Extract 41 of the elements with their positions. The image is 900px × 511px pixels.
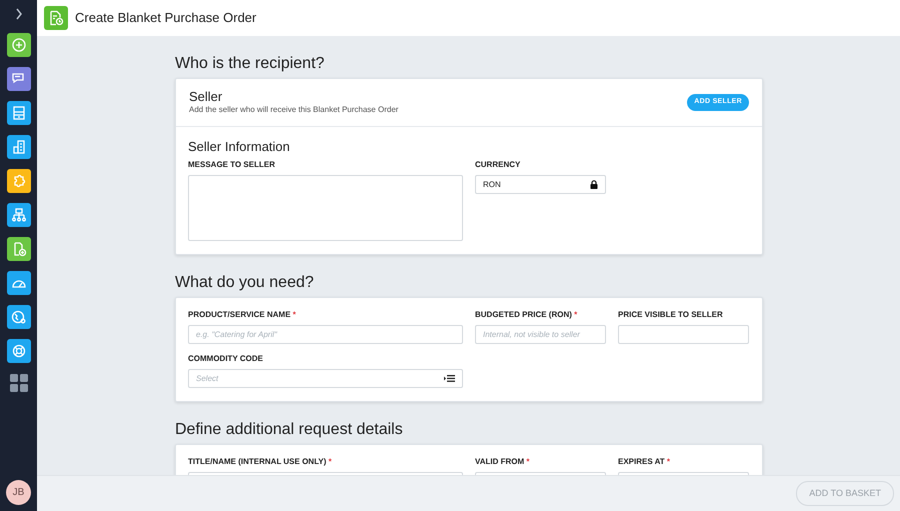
list-icon <box>444 375 455 382</box>
message-field[interactable] <box>188 175 463 241</box>
seller-title: Seller <box>189 88 224 104</box>
required-mark: * <box>526 457 530 466</box>
required-mark: * <box>328 457 332 466</box>
page-title: Create Blanket Purchase Order <box>75 9 256 28</box>
section-heading: Define additional request details <box>175 420 404 440</box>
expand-chevron-icon[interactable] <box>14 8 22 20</box>
input-field[interactable]: Internal, not visible to seller <box>475 325 606 344</box>
user-avatar[interactable]: JB <box>6 480 31 505</box>
field-label: VALID FROM * <box>475 457 531 467</box>
section-heading: What do you need? <box>175 273 315 293</box>
section-heading: Who is the recipient? <box>175 54 326 74</box>
document-clock-icon <box>44 6 68 30</box>
required-mark: * <box>292 310 296 319</box>
select-field[interactable]: Select <box>188 369 463 388</box>
hierarchy-icon[interactable] <box>6 203 30 227</box>
gauge-icon[interactable] <box>6 271 30 295</box>
currency-field[interactable]: RON <box>475 175 606 194</box>
required-mark: * <box>574 310 578 319</box>
subsection-heading: Seller Information <box>188 139 291 154</box>
input-field[interactable] <box>618 325 749 344</box>
field-label: PRODUCT/SERVICE NAME * <box>188 310 297 320</box>
field-label: BUDGETED PRICE (RON) * <box>475 310 578 320</box>
input-field[interactable]: e.g. "Catering for April" <box>188 325 463 344</box>
field-label: TITLE/NAME (INTERNAL USE ONLY) * <box>188 457 333 467</box>
drawer-icon[interactable] <box>6 101 30 125</box>
field-label: EXPIRES AT * <box>618 457 672 467</box>
field-label: PRICE VISIBLE TO SELLER <box>618 310 724 320</box>
puzzle-icon[interactable] <box>6 169 30 193</box>
field-label: COMMODITY CODE <box>188 354 264 364</box>
field-label: CURRENCY <box>475 160 522 170</box>
chat-icon[interactable] <box>6 67 30 91</box>
lock-icon <box>590 180 598 189</box>
building-icon[interactable] <box>6 135 30 159</box>
seller-subtitle: Add the seller who will receive this Blanket Purchase Order <box>189 104 398 116</box>
apps-grid-icon[interactable] <box>8 373 28 393</box>
document-plus-icon[interactable] <box>6 237 30 261</box>
required-mark: * <box>666 457 670 466</box>
field-label: MESSAGE TO SELLER <box>188 160 276 170</box>
lifebuoy-icon[interactable] <box>6 339 30 363</box>
